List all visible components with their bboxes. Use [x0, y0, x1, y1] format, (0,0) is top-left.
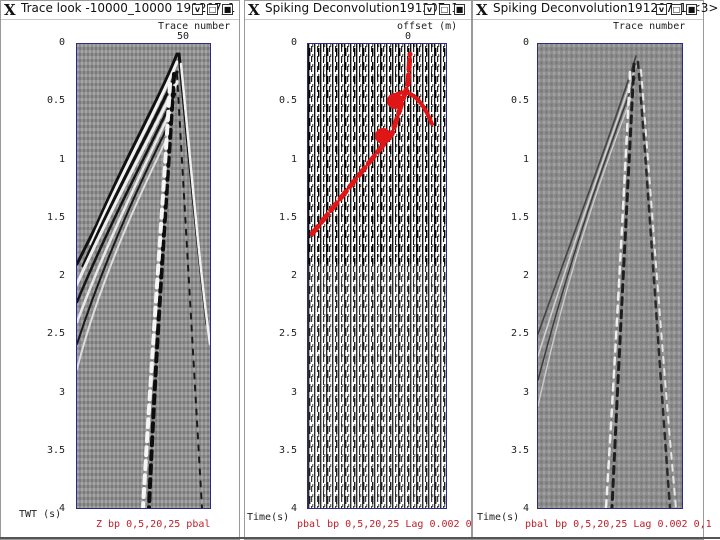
minimize-button[interactable]: v [192, 4, 203, 15]
offset-value: 0 [405, 31, 412, 42]
close-button[interactable]: ■ [222, 4, 233, 15]
y-tick-label: 1.5 [510, 211, 529, 223]
maximize-button[interactable]: □ [671, 4, 682, 15]
y-tick-label: 3.5 [278, 444, 297, 456]
seismic-image [77, 44, 210, 508]
y-tick-label: 3.5 [46, 444, 65, 456]
y-tick-label: 2.5 [510, 328, 529, 340]
y-tick-label: 3.5 [510, 444, 529, 456]
x-logo-icon[interactable]: X [248, 1, 260, 19]
seismic-plot[interactable] [537, 43, 683, 509]
y-tick-label: 1.5 [278, 211, 297, 223]
y-tick-label: 0.5 [46, 95, 65, 107]
y-axis-label: Time(s) [247, 512, 290, 523]
seismic-image [538, 44, 682, 508]
pick-marker-icon [387, 93, 403, 109]
y-tick-label: 0 [290, 37, 297, 48]
window-title: Trace look -10000_10000 191207_1 [21, 1, 236, 15]
first-break-line-icon [309, 51, 413, 237]
titlebar[interactable]: X Spiking Deconvolution191207_1 <3> v □ … [473, 1, 718, 20]
y-tick-label: 2 [522, 270, 529, 281]
window-title: Spiking Deconvolution191207_1 <3> [493, 1, 719, 15]
y-axis-label: Time(s) [477, 512, 520, 523]
minimize-button[interactable]: v [656, 4, 667, 15]
close-button[interactable]: ■ [454, 4, 465, 15]
trace-number-label: Trace number [613, 21, 686, 32]
y-tick-label: 1 [58, 153, 65, 165]
y-tick-label: 0.5 [278, 95, 297, 107]
x-logo-icon[interactable]: X [476, 1, 488, 19]
y-tick-label: 2.5 [278, 328, 297, 340]
footer-params: pbal bp 0,5,20,25 Lag 0.002 0,1 [525, 519, 712, 530]
x-logo-icon[interactable]: X [4, 1, 16, 19]
titlebar[interactable]: X Trace look -10000_10000 191207_1 v □ ■ [1, 1, 239, 20]
titlebar[interactable]: X Spiking Deconvolution191207_1 v □ ■ [245, 1, 471, 20]
y-tick-label: 3 [58, 386, 65, 398]
footer-params: pbal bp 0,5,20,25 Lag 0.002 0,1 [297, 519, 484, 530]
y-tick-label: 0 [58, 37, 65, 48]
y-tick-label: 1 [290, 153, 297, 165]
y-tick-label: 2 [290, 270, 297, 281]
y-tick-label: 3 [522, 386, 529, 398]
window-trace-look[interactable]: X Trace look -10000_10000 191207_1 v □ ■… [0, 0, 240, 540]
minimize-button[interactable]: v [424, 4, 435, 15]
window-spiking-deconvolution-3[interactable]: X Spiking Deconvolution191207_1 <3> v □ … [472, 0, 718, 540]
y-tick-label: 2 [58, 270, 65, 281]
trace-number-value: 50 [177, 31, 190, 42]
close-button[interactable]: ■ [686, 4, 697, 15]
footer-params: Z bp 0,5,20,25 pbal [96, 519, 211, 530]
y-tick-label: 1 [522, 153, 529, 165]
bottom-border [0, 537, 720, 539]
trace-number-label: Trace number [158, 21, 231, 32]
annotation-overlay [309, 51, 434, 237]
y-tick-label: 0.5 [510, 95, 529, 107]
y-tick-label: 3 [290, 386, 297, 398]
y-tick-label: 1.5 [46, 211, 65, 223]
y-tick-label: 0 [522, 37, 529, 48]
y-axis-label: TWT (s) [19, 509, 62, 520]
maximize-button[interactable]: □ [207, 4, 218, 15]
window-spiking-deconvolution[interactable]: X Spiking Deconvolution191207_1 v □ ■ of… [244, 0, 484, 540]
pick-marker-icon [375, 128, 391, 144]
y-tick-label: 2.5 [46, 328, 65, 340]
maximize-button[interactable]: □ [439, 4, 450, 15]
seismic-plot[interactable] [307, 43, 447, 509]
seismic-plot[interactable] [76, 43, 211, 509]
